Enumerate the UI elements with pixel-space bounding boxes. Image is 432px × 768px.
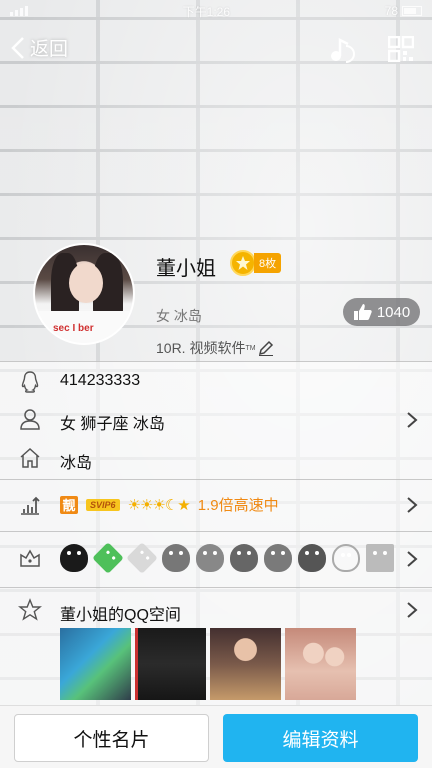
photo-thumbnail[interactable]: [210, 628, 281, 700]
star-badge-icon: [366, 544, 394, 572]
penguin-badge-icon: [60, 544, 88, 572]
penguin-badge-icon: [264, 544, 292, 572]
profile-name: 董小姐: [156, 258, 216, 280]
avatar-shirt-text: sec I ber: [53, 323, 94, 334]
qq-number: 414233333: [60, 372, 141, 389]
green-diamond-icon: [92, 542, 124, 574]
battery-percent: 78: [384, 4, 398, 18]
signature[interactable]: 10R. 视频软件 TM: [156, 338, 274, 358]
beauty-number-badge: 靓: [60, 495, 78, 514]
battery-icon: [402, 6, 422, 16]
back-button[interactable]: 返回: [10, 34, 68, 61]
signature-text: 10R. 视频软件: [156, 340, 246, 356]
vip-row[interactable]: 靓 SVIP6 ☀☀☀☾★ 1.9倍高速中: [0, 482, 432, 528]
back-label: 返回: [30, 39, 69, 60]
divider: [0, 361, 432, 362]
photo-thumbnail[interactable]: [60, 628, 131, 700]
penguin-badge-icon: [196, 544, 224, 572]
person-icon: [20, 409, 40, 430]
penguin-badge-icon: [230, 544, 258, 572]
medal-count: 8枚: [254, 253, 282, 273]
level-icons: ☀☀☀☾★: [127, 496, 191, 514]
penguin-icon: [21, 371, 39, 393]
qzone-photos: [60, 628, 356, 700]
qr-code-icon[interactable]: [388, 36, 414, 62]
service-badge-list: [60, 542, 394, 574]
grey-diamond-icon: [126, 542, 158, 574]
medal-badge[interactable]: 8枚: [230, 250, 282, 276]
pencil-icon: [258, 340, 273, 356]
status-bar: 下午1:26 78: [0, 0, 432, 22]
divider: [0, 587, 432, 588]
personal-card-button[interactable]: 个性名片: [14, 714, 209, 762]
music-note-icon[interactable]: [328, 36, 358, 64]
divider: [0, 479, 432, 480]
edit-profile-button[interactable]: 编辑资料: [223, 714, 418, 762]
chevron-right-icon: [407, 497, 418, 513]
nav-bar: 返回: [0, 30, 432, 70]
speed-text: 1.9倍高速中: [197, 497, 279, 514]
signature-tm: TM: [245, 344, 256, 352]
like-count: 1040: [376, 303, 411, 321]
hometown-text: 冰岛: [60, 455, 93, 472]
qzone-star-icon: [18, 598, 42, 621]
avatar[interactable]: sec I ber: [33, 243, 135, 345]
qzone-row[interactable]: 董小姐的QQ空间: [0, 590, 432, 630]
chevron-right-icon: [407, 551, 418, 567]
v-badge-icon: [332, 544, 360, 572]
penguin-badge-icon: [298, 544, 326, 572]
chevron-left-icon: [11, 36, 24, 59]
chevron-right-icon: [407, 602, 418, 618]
svip-badge: SVIP6: [86, 498, 120, 511]
signal-icon: [10, 6, 28, 16]
penguin-badge-icon: [162, 544, 190, 572]
home-icon: [20, 447, 40, 468]
service-badges-row[interactable]: [0, 534, 432, 584]
qq-number-row[interactable]: 414233333: [0, 364, 432, 400]
qzone-title: 董小姐的QQ空间: [60, 607, 181, 624]
thumbs-up-icon: [353, 304, 372, 320]
star-medal-icon: [230, 250, 256, 276]
like-button[interactable]: 1040: [343, 298, 420, 326]
basic-info-row[interactable]: 女 狮子座 冰岛: [0, 400, 432, 438]
status-time: 下午1:26: [182, 4, 230, 19]
chevron-right-icon: [407, 412, 418, 428]
crown-icon: [20, 549, 40, 567]
bottom-action-bar: 个性名片 编辑资料: [0, 705, 432, 768]
photo-thumbnail[interactable]: [135, 628, 206, 700]
divider: [0, 531, 432, 532]
basic-info-text: 女 狮子座 冰岛: [60, 416, 165, 433]
photo-thumbnail[interactable]: [285, 628, 356, 700]
gender-location: 女 冰岛: [156, 308, 202, 324]
hometown-row[interactable]: 冰岛: [0, 440, 432, 478]
vip-details: 靓 SVIP6 ☀☀☀☾★ 1.9倍高速中: [60, 494, 279, 515]
growth-chart-icon: [21, 496, 40, 515]
